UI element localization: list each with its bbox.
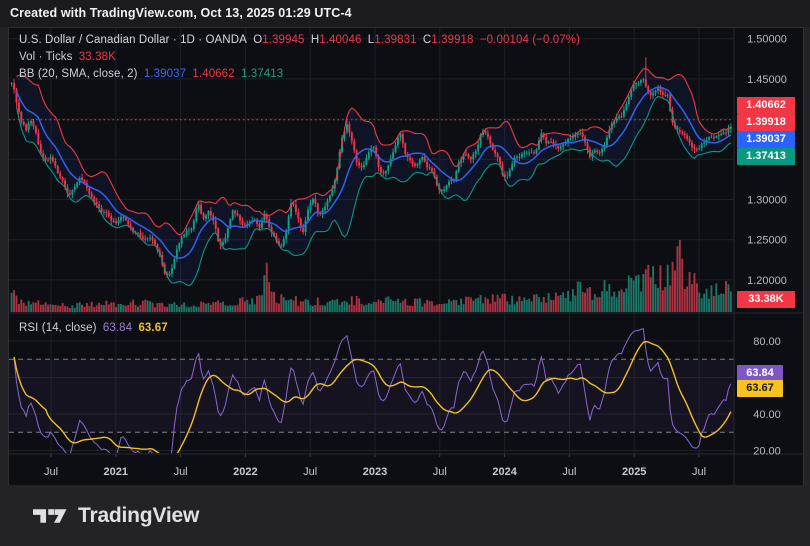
symbol-legend[interactable]: U.S. Dollar / Canadian Dollar · 1D · OAN…	[19, 34, 583, 46]
volume-legend[interactable]: Vol · Ticks 33.38K	[19, 51, 119, 63]
ohlc-high-key: H	[311, 34, 319, 46]
tradingview-logo-text: TradingView	[78, 504, 199, 528]
svg-text:Jul: Jul	[433, 466, 447, 478]
svg-text:1.35000: 1.35000	[747, 154, 787, 166]
tradingview-snapshot: Created with TradingView.com, Oct 13, 20…	[0, 0, 810, 546]
rsi-label: RSI (14, close)	[19, 322, 97, 334]
svg-text:1.20000: 1.20000	[747, 275, 787, 287]
svg-text:60.00: 60.00	[753, 373, 781, 385]
svg-text:1.25000: 1.25000	[747, 235, 787, 247]
svg-text:Jul: Jul	[303, 466, 317, 478]
svg-text:1.40000: 1.40000	[747, 114, 787, 126]
svg-text:1.50000: 1.50000	[747, 34, 787, 46]
svg-text:Jul: Jul	[174, 466, 188, 478]
chart-canvas[interactable]: 1.50000 1.45000 1.40000 1.35000 1.30000 1.250…	[9, 28, 803, 486]
svg-text:Jul: Jul	[562, 466, 576, 478]
attribution-bar: Created with TradingView.com, Oct 13, 20…	[0, 0, 810, 27]
svg-text:2025: 2025	[622, 466, 646, 478]
svg-text:2021: 2021	[104, 466, 128, 478]
volume-label: Vol · Ticks	[19, 51, 73, 63]
chart-panel[interactable]: 1.50000 1.45000 1.40000 1.35000 1.30000 1.250…	[8, 27, 804, 487]
bb-lower-value: 1.37413	[241, 68, 283, 80]
ohlc-open-value: 1.39945	[262, 34, 304, 46]
rsi-value: 63.84	[103, 322, 132, 334]
tradingview-logo-icon	[33, 506, 67, 526]
svg-text:20.00: 20.00	[753, 446, 781, 458]
svg-text:2024: 2024	[492, 466, 517, 478]
symbol-title: U.S. Dollar / Canadian Dollar · 1D · OAN…	[19, 34, 247, 46]
ohlc-change: −0.00104 (−0.07%)	[480, 34, 580, 46]
rsi-ma-value: 63.67	[138, 322, 167, 334]
ohlc-open-key: O	[253, 34, 262, 46]
svg-text:Jul: Jul	[44, 466, 58, 478]
svg-text:2023: 2023	[363, 466, 387, 478]
svg-text:40.00: 40.00	[753, 409, 781, 421]
ohlc-high-value: 1.40046	[319, 34, 361, 46]
rsi-legend[interactable]: RSI (14, close) 63.84 63.67	[19, 322, 171, 334]
svg-text:2022: 2022	[233, 466, 257, 478]
bb-upper-value: 1.40662	[192, 68, 234, 80]
ohlc-close-value: 1.39918	[431, 34, 473, 46]
svg-text:1.30000: 1.30000	[747, 195, 787, 207]
footer-bar: TradingView	[0, 485, 810, 546]
volume-value: 33.38K	[79, 51, 116, 63]
svg-text:80.00: 80.00	[753, 336, 781, 348]
svg-text:Jul: Jul	[692, 466, 706, 478]
ohlc-low-value: 1.39831	[374, 34, 416, 46]
bb-basis-value: 1.39037	[144, 68, 186, 80]
bb-legend[interactable]: BB (20, SMA, close, 2) 1.39037 1.40662 1…	[19, 68, 286, 80]
bb-label: BB (20, SMA, close, 2)	[19, 68, 138, 80]
svg-text:1.45000: 1.45000	[747, 74, 787, 86]
